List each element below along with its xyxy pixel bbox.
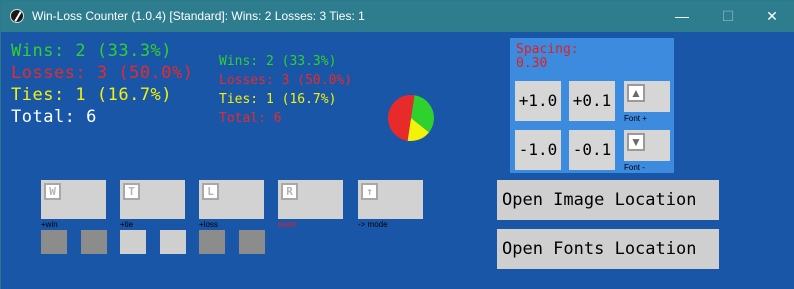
loss-hotkey-button[interactable]: L <box>199 180 264 219</box>
up-arrow-icon: ▲ <box>627 84 645 102</box>
stats-large: Wins: 2 (33.3%) Losses: 3 (50.0%) Ties: … <box>11 40 194 128</box>
total-stat-large: Total: 6 <box>11 107 97 127</box>
spacing-title: Spacing: <box>516 42 579 57</box>
color-swatch[interactable] <box>120 230 146 254</box>
spacing-panel: Spacing: 0.30 +1.0 +0.1 ▲ Font + -1.0 -0… <box>510 38 674 173</box>
color-swatch[interactable] <box>199 230 225 254</box>
loss-hotkey-caption: +loss <box>199 220 218 229</box>
color-swatch[interactable] <box>239 230 265 254</box>
losses-stat-preview: Losses: 3 (50.0%) <box>219 73 353 88</box>
down-arrow-icon: ▼ <box>627 133 645 151</box>
win-hotkey-button[interactable]: W <box>41 180 106 219</box>
spacing-value: 0.30 <box>516 56 548 71</box>
close-button[interactable]: ✕ <box>749 1 794 32</box>
reset-hotkey-caption: reset <box>278 220 296 229</box>
mode-hotkey-caption: -> mode <box>358 220 388 229</box>
title-bar[interactable]: Win-Loss Counter (1.0.4) [Standard]: Win… <box>1 1 794 32</box>
open-fonts-location-button[interactable]: Open Fonts Location <box>497 229 719 269</box>
wins-stat-preview: Wins: 2 (33.3%) <box>219 54 337 69</box>
spacing-plus-0-1-button[interactable]: +0.1 <box>569 81 615 121</box>
tie-hotkey-caption: +tie <box>120 220 134 229</box>
spacing-label: Spacing: 0.30 <box>516 43 579 71</box>
window-title: Win-Loss Counter (1.0.4) [Standard]: Win… <box>32 9 365 23</box>
wins-stat-large: Wins: 2 (33.3%) <box>11 41 173 61</box>
font-plus-caption: Font + <box>624 114 647 123</box>
app-logo-icon <box>10 9 24 23</box>
minimize-button[interactable]: — <box>659 1 705 32</box>
ties-stat-large: Ties: 1 (16.7%) <box>11 85 173 105</box>
app-window: Win-Loss Counter (1.0.4) [Standard]: Win… <box>0 0 794 289</box>
up-arrow-key-icon: ↑ <box>361 183 378 200</box>
reset-hotkey-button[interactable]: R <box>278 180 343 219</box>
spacing-minus-0-1-button[interactable]: -0.1 <box>569 130 615 170</box>
spacing-minus-1-button[interactable]: -1.0 <box>515 130 561 170</box>
font-decrease-button[interactable]: ▼ <box>624 130 670 161</box>
color-swatch[interactable] <box>41 230 67 254</box>
maximize-button[interactable]: ☐ <box>705 1 751 32</box>
w-key-icon: W <box>44 183 61 200</box>
total-stat-preview: Total: 6 <box>219 111 282 126</box>
open-image-location-button[interactable]: Open Image Location <box>497 180 719 220</box>
font-minus-caption: Font - <box>624 163 645 172</box>
l-key-icon: L <box>202 183 219 200</box>
mode-hotkey-button[interactable]: ↑ <box>358 180 423 219</box>
ties-stat-preview: Ties: 1 (16.7%) <box>219 92 337 107</box>
tie-hotkey-button[interactable]: T <box>120 180 185 219</box>
t-key-icon: T <box>123 183 140 200</box>
main-content: Wins: 2 (33.3%) Losses: 3 (50.0%) Ties: … <box>1 32 794 289</box>
stats-preview: Wins: 2 (33.3%) Losses: 3 (50.0%) Ties: … <box>219 52 352 128</box>
font-increase-button[interactable]: ▲ <box>624 81 670 112</box>
win-hotkey-caption: +win <box>41 220 58 229</box>
losses-stat-large: Losses: 3 (50.0%) <box>11 63 194 83</box>
r-key-icon: R <box>281 183 298 200</box>
color-swatch[interactable] <box>160 230 186 254</box>
win-loss-pie-chart <box>388 95 434 141</box>
color-swatch[interactable] <box>81 230 107 254</box>
spacing-plus-1-button[interactable]: +1.0 <box>515 81 561 121</box>
